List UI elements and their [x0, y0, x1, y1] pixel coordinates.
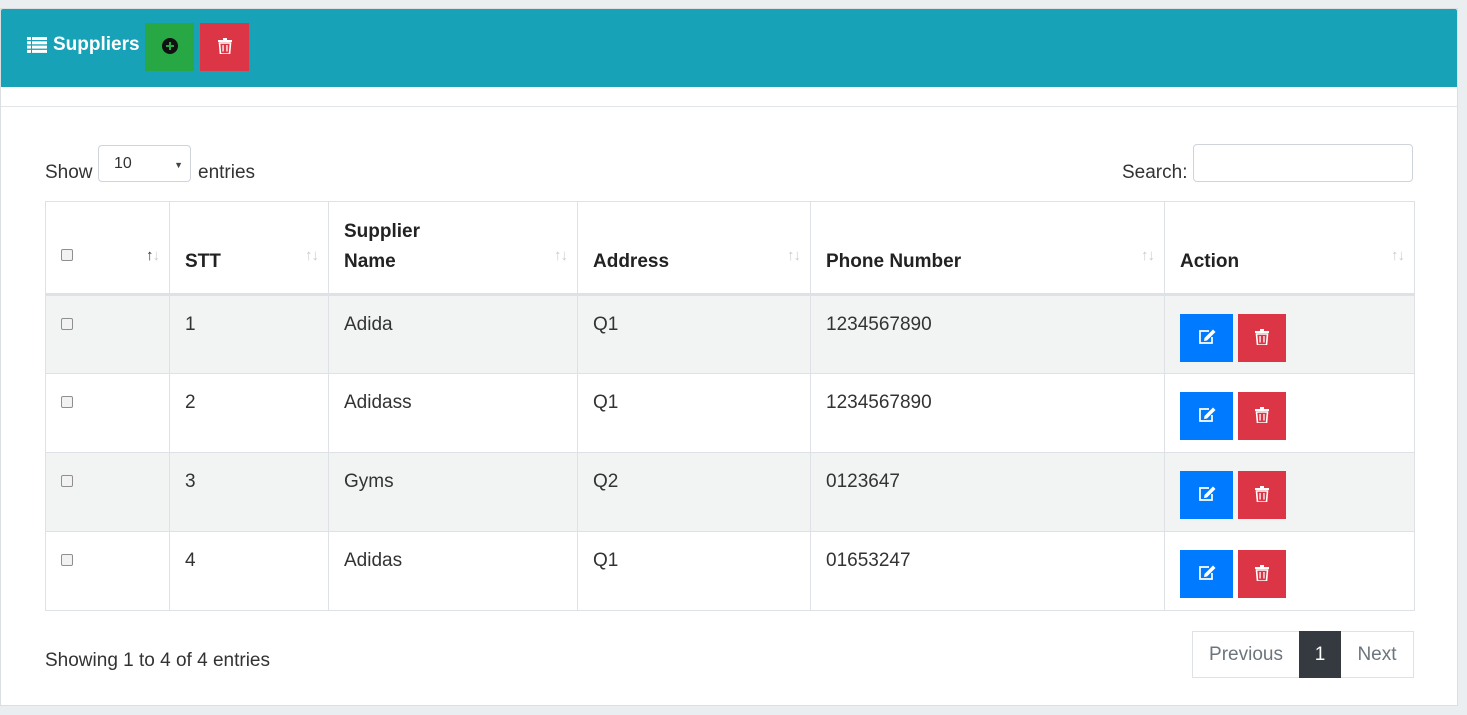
column-header-stt[interactable]: STT ↑↓ — [169, 201, 329, 296]
search-input[interactable] — [1193, 144, 1413, 182]
row-select-cell[interactable] — [45, 294, 170, 374]
trash-icon — [1255, 485, 1269, 505]
edit-button[interactable] — [1180, 392, 1233, 440]
show-label: Show — [45, 162, 93, 183]
search-label: Search: — [1122, 162, 1188, 183]
sort-icon: ↑↓ — [787, 247, 801, 264]
sort-icon: ↑↓ — [554, 247, 568, 264]
list-icon — [27, 37, 47, 53]
column-header-phone-number[interactable]: Phone Number ↑↓ — [810, 201, 1165, 296]
trash-icon — [1255, 406, 1269, 426]
page-title-text: Suppliers — [53, 34, 140, 55]
page-1-button[interactable]: 1 — [1299, 631, 1341, 678]
card-header: Suppliers — [1, 9, 1457, 87]
edit-button[interactable] — [1180, 471, 1233, 519]
delete-button[interactable] — [1238, 550, 1286, 598]
edit-icon — [1198, 565, 1216, 584]
plus-circle-icon — [161, 37, 178, 57]
column-header-address[interactable]: Address ↑↓ — [577, 201, 811, 296]
edit-button[interactable] — [1180, 550, 1233, 598]
trash-icon — [217, 37, 232, 57]
table-row: 3 Gyms Q2 0123647 — [45, 452, 1415, 532]
entries-length-select[interactable]: 10 ▼ — [98, 145, 191, 182]
trash-icon — [1255, 564, 1269, 584]
trash-icon — [1255, 328, 1269, 348]
entries-label: entries — [198, 162, 256, 183]
sort-icon: ↑↓ — [305, 247, 319, 264]
edit-icon — [1198, 329, 1216, 348]
cell-action — [1164, 452, 1415, 532]
next-page-button[interactable]: Next — [1341, 631, 1414, 678]
column-header-supplier-name[interactable]: Supplier Name ↑↓ — [328, 201, 578, 296]
cell-action — [1164, 294, 1415, 374]
cell-address: Q1 — [577, 531, 811, 611]
edit-button[interactable] — [1180, 314, 1233, 362]
cell-stt: 2 — [169, 373, 329, 453]
table-header-row: ↑↓ STT ↑↓ Supplier Name ↑↓ Address ↑↓ Ph… — [45, 201, 1415, 296]
delete-button[interactable] — [1238, 392, 1286, 440]
cell-phone: 0123647 — [810, 452, 1165, 532]
sort-icon: ↑↓ — [1141, 247, 1155, 264]
sort-icon: ↑↓ — [146, 247, 160, 264]
cell-phone: 1234567890 — [810, 294, 1165, 374]
entries-length-value: 10 — [114, 154, 132, 172]
edit-icon — [1198, 486, 1216, 505]
cell-phone: 1234567890 — [810, 373, 1165, 453]
cell-action — [1164, 531, 1415, 611]
previous-page-button[interactable]: Previous — [1192, 631, 1299, 678]
cell-address: Q2 — [577, 452, 811, 532]
cell-supplier-name: Adidass — [328, 373, 578, 453]
row-checkbox[interactable] — [61, 318, 73, 330]
table-info: Showing 1 to 4 of 4 entries — [45, 650, 270, 671]
select-all-checkbox[interactable] — [61, 249, 73, 261]
row-checkbox[interactable] — [61, 396, 73, 408]
cell-phone: 01653247 — [810, 531, 1165, 611]
table-row: 2 Adidass Q1 1234567890 — [45, 373, 1415, 453]
cell-address: Q1 — [577, 294, 811, 374]
cell-stt: 4 — [169, 531, 329, 611]
cell-stt: 3 — [169, 452, 329, 532]
row-checkbox[interactable] — [61, 554, 73, 566]
cell-supplier-name: Adidas — [328, 531, 578, 611]
delete-button[interactable] — [1238, 471, 1286, 519]
cell-stt: 1 — [169, 294, 329, 374]
cell-address: Q1 — [577, 373, 811, 453]
table-row: 4 Adidas Q1 01653247 — [45, 531, 1415, 611]
page-title: Suppliers — [27, 32, 140, 58]
cell-action — [1164, 373, 1415, 453]
row-checkbox[interactable] — [61, 475, 73, 487]
row-select-cell[interactable] — [45, 373, 170, 453]
chevron-down-icon: ▼ — [174, 160, 183, 170]
cell-supplier-name: Adida — [328, 294, 578, 374]
add-supplier-button[interactable] — [145, 23, 194, 71]
table-row: 1 Adida Q1 1234567890 — [45, 294, 1415, 374]
edit-icon — [1198, 407, 1216, 426]
pagination: Previous 1 Next — [1192, 631, 1414, 678]
cell-supplier-name: Gyms — [328, 452, 578, 532]
column-header-action[interactable]: Action ↑↓ — [1164, 201, 1415, 296]
delete-button[interactable] — [1238, 314, 1286, 362]
delete-selected-button[interactable] — [200, 23, 249, 71]
sort-icon: ↑↓ — [1391, 247, 1405, 264]
row-select-cell[interactable] — [45, 531, 170, 611]
suppliers-table: ↑↓ STT ↑↓ Supplier Name ↑↓ Address ↑↓ Ph… — [45, 201, 1415, 611]
row-select-cell[interactable] — [45, 452, 170, 532]
select-all-header[interactable]: ↑↓ — [45, 201, 170, 296]
header-divider — [1, 106, 1457, 107]
